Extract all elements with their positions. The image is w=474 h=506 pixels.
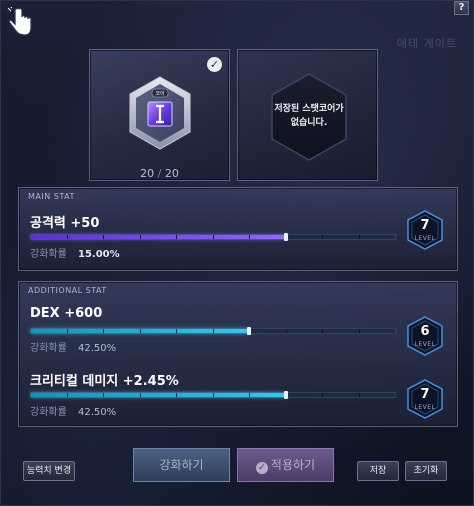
main-stat-rate: 강화확률 15.00% — [30, 245, 120, 260]
additional-stat-level-badge: 6 LEVEL — [407, 316, 443, 356]
bar-segment — [177, 329, 214, 333]
main-stat-level-badge: 7 LEVEL — [407, 210, 443, 250]
additional-stat-progress-knob — [247, 327, 252, 335]
main-stat-title: MAIN STAT — [28, 192, 75, 201]
save-button[interactable]: 저장 — [357, 461, 399, 481]
bar-segment — [177, 393, 214, 397]
additional-stat-level-label: LEVEL — [414, 341, 436, 348]
additional-stat-rate: 강화확률 42.50% — [30, 339, 116, 354]
additional-stat-level-badge: 7 LEVEL — [407, 379, 443, 419]
core-slot[interactable]: ✓ 코어 20 / 20 — [89, 49, 230, 181]
additional-stat-rate-value: 42.50% — [78, 407, 117, 418]
bar-segment — [68, 393, 104, 397]
bar-segment — [177, 235, 214, 239]
enhance-button[interactable]: 강화하기 — [133, 448, 230, 482]
bar-segment — [68, 235, 104, 239]
bar-segment — [214, 235, 250, 239]
bar-segment — [141, 393, 177, 397]
additional-stat-rate-value: 42.50% — [78, 343, 117, 354]
additional-stat-name: DEX +600 — [30, 306, 103, 321]
main-stat-level-label: LEVEL — [414, 235, 436, 242]
empty-slot-message-line1: 저장된 스탯코어가 — [274, 104, 344, 114]
main-stat-row: 공격력 +50 강화확률 15.00% — [30, 212, 450, 270]
additional-stat-row: DEX +600 강화확률 42.50% — [30, 306, 450, 364]
reset-button[interactable]: 초기화 — [405, 461, 447, 481]
bar-segment — [250, 329, 287, 333]
bar-segment — [360, 329, 396, 333]
bar-segment — [31, 235, 68, 239]
main-stat-name: 공격력 +50 — [30, 216, 100, 231]
main-stat-progress-knob — [283, 233, 288, 241]
bar-segment — [287, 235, 323, 239]
bar-segment — [141, 329, 177, 333]
additional-stat-row: 크리티컬 데미지 +2.45% 강화확률 42.50% — [30, 370, 450, 428]
main-stat-progress-bar — [30, 233, 396, 241]
additional-stat-progress-bar — [30, 327, 396, 335]
main-stat-rate-label: 강화확률 — [30, 249, 67, 260]
core-count: 20 / 20 — [90, 167, 229, 180]
additional-stat-rate-label: 강화확률 — [30, 343, 67, 354]
additional-stat-level: 7 — [420, 387, 430, 402]
bar-segment — [68, 329, 104, 333]
bar-segment — [104, 235, 141, 239]
background-decoration-text: 애테 게이트 — [396, 37, 457, 50]
bar-segment — [287, 393, 323, 397]
additional-stat-progress-knob — [283, 391, 288, 399]
check-icon: ✓ — [207, 57, 222, 72]
stat-core-window: 애테 게이트 ? ✓ 코어 20 / 20 저장된 스탯코어가 없습니다. MA… — [0, 0, 474, 506]
stat-core-icon — [129, 76, 191, 150]
additional-stat-rate-label: 강화확률 — [30, 407, 67, 418]
bar-segment — [323, 393, 360, 397]
bar-segment — [250, 393, 287, 397]
additional-stat-level: 6 — [420, 324, 430, 339]
bar-segment — [104, 393, 141, 397]
additional-stat-rate: 강화확률 42.50% — [30, 403, 116, 418]
additional-stat-name: 크리티컬 데미지 +2.45% — [30, 374, 179, 389]
help-button[interactable]: ? — [454, 1, 469, 15]
check-circle-icon: ✓ — [255, 462, 268, 474]
empty-slot-message: 저장된 스탯코어가 없습니다. — [269, 102, 349, 130]
core-badge-text: 코어 — [155, 91, 165, 97]
bar-segment — [214, 393, 250, 397]
bar-segment — [31, 329, 68, 333]
bar-segment — [104, 329, 141, 333]
main-stat-panel: MAIN STAT 공격력 +50 강화확률 15.00% 7 LEVEL — [18, 187, 458, 271]
bar-segment — [360, 393, 396, 397]
additional-stat-panel: ADDITIONAL STAT DEX +600 강화확률 42.50% 6 L… — [18, 281, 458, 427]
additional-stat-level-label: LEVEL — [414, 404, 436, 411]
change-stat-button[interactable]: 능력치 변경 — [23, 461, 75, 481]
additional-stat-title: ADDITIONAL STAT — [28, 286, 107, 295]
bar-segment — [360, 235, 396, 239]
bar-segment — [323, 235, 360, 239]
core-count-separator: / — [157, 167, 162, 180]
apply-button-label: 적용하기 — [270, 458, 316, 472]
core-count-current: 20 — [140, 167, 155, 180]
main-stat-bar-segments — [31, 235, 395, 239]
saved-core-slot[interactable]: 저장된 스탯코어가 없습니다. — [237, 49, 378, 181]
additional-stat-progress-bar — [30, 391, 396, 399]
bar-segment — [141, 235, 177, 239]
bar-segment — [323, 329, 360, 333]
empty-slot-message-line2: 없습니다. — [290, 118, 328, 128]
additional-stat-bar-segments — [31, 393, 395, 397]
main-stat-level: 7 — [420, 218, 430, 233]
apply-button[interactable]: ✓ 적용하기 — [237, 448, 334, 482]
hand-cursor-icon — [7, 7, 32, 36]
bar-segment — [31, 393, 68, 397]
bar-segment — [287, 329, 323, 333]
core-count-max: 20 — [164, 167, 179, 180]
main-stat-rate-value: 15.00% — [78, 249, 120, 260]
bar-segment — [250, 235, 287, 239]
bar-segment — [214, 329, 250, 333]
additional-stat-bar-segments — [31, 329, 395, 333]
